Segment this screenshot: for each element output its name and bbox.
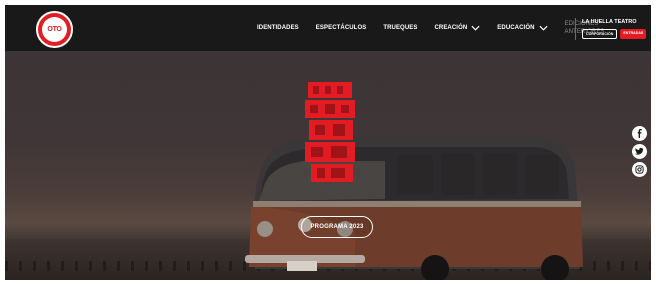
chevron-down-icon — [539, 25, 548, 31]
chevron-down-icon — [471, 25, 480, 31]
logo-text: OTO — [47, 26, 62, 33]
hero-section: PROGRAMA 2023 — [5, 51, 651, 280]
vw-van-image — [245, 137, 583, 280]
logo-inner: OTO — [42, 17, 67, 42]
site-header: OTO IDENTIDADES ESPECTÁCULOS TRUEQUES CR… — [5, 5, 651, 51]
header-divider — [575, 18, 576, 40]
nav-label: IDENTIDADES — [257, 25, 299, 31]
site-logo[interactable]: OTO — [36, 11, 73, 48]
nav-label: EDUCACIÓN — [497, 25, 535, 31]
nav-label: ESPECTÁCULOS — [315, 25, 367, 31]
huella-title[interactable]: LA HUELLA TEATRO — [582, 19, 646, 25]
nav-item-espectaculos[interactable]: ESPECTÁCULOS — [316, 25, 367, 31]
nav-label: TRUEQUES — [383, 25, 418, 31]
twitter-icon[interactable] — [632, 144, 647, 159]
huella-buttons: CORPORACIÓN ENTRADAS — [582, 29, 647, 39]
programa-button[interactable]: PROGRAMA 2023 — [301, 216, 373, 238]
entradas-button[interactable]: ENTRADAS — [620, 29, 647, 39]
corporacion-button[interactable]: CORPORACIÓN — [582, 29, 618, 39]
main-nav: IDENTIDADES ESPECTÁCULOS TRUEQUES CREACI… — [257, 5, 613, 51]
nav-item-creacion[interactable]: CREACIÓN — [434, 25, 480, 31]
instagram-icon[interactable] — [632, 162, 647, 177]
nav-item-trueques[interactable]: TRUEQUES — [383, 25, 417, 31]
nav-item-identidades[interactable]: IDENTIDADES — [257, 25, 299, 31]
browser-frame: OTO IDENTIDADES ESPECTÁCULOS TRUEQUES CR… — [5, 5, 651, 280]
social-links — [632, 126, 647, 177]
nav-item-educacion[interactable]: EDUCACIÓN — [497, 25, 548, 31]
facebook-icon[interactable] — [632, 126, 647, 141]
festival-logo — [305, 82, 355, 182]
huella-teatro-block: LA HUELLA TEATRO CORPORACIÓN ENTRADAS — [582, 19, 647, 39]
nav-label: CREACIÓN — [434, 25, 468, 31]
